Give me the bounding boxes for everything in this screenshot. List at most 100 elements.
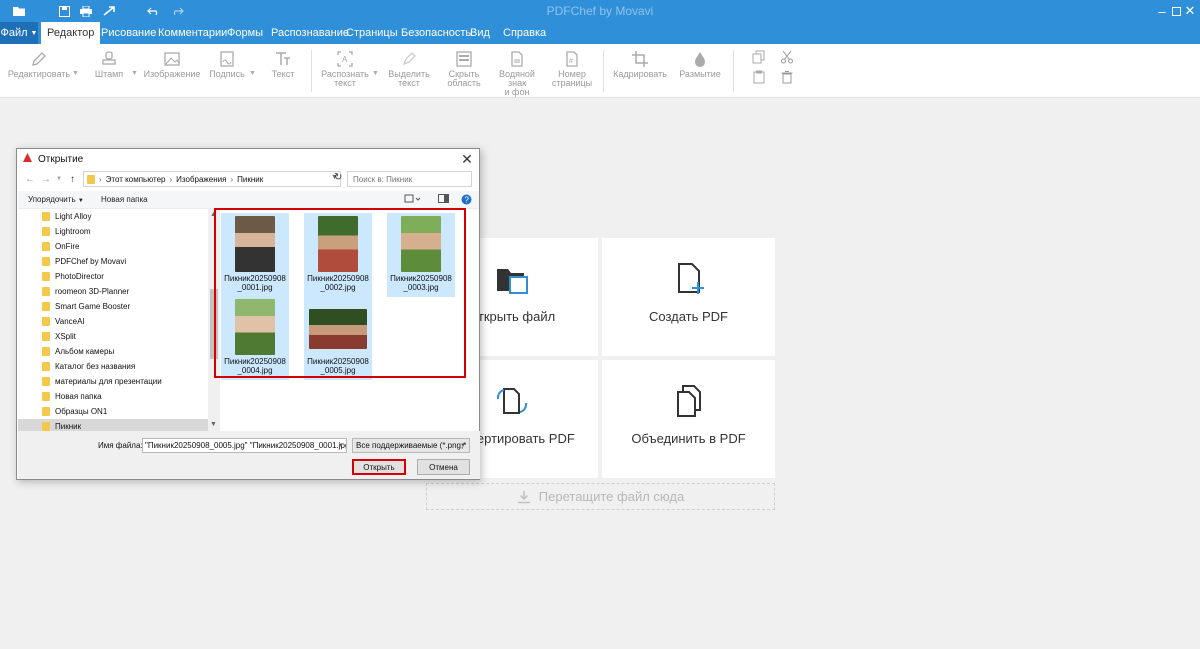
signature-icon [220,51,234,67]
stamp-tool[interactable]: Штамп [92,50,126,79]
folder-item[interactable]: Каталог без названия [18,359,208,374]
folder-item[interactable]: PDFChef by Movavi [18,254,208,269]
watermark-label-2: и фон [504,87,530,97]
copy-icon[interactable] [752,50,766,67]
folder-label: Light Alloy [55,212,92,221]
new-document-icon [677,263,704,294]
dialog-title: Открытие [38,153,84,165]
trash-icon[interactable] [780,70,794,87]
command-bar: Упорядочить ▼ Новая папка ? [18,191,479,209]
search-input[interactable]: Поиск в: Пикник [347,171,472,187]
filename-input[interactable]: "Пикник20250908_0005.jpg" "Пикник2025090… [142,438,347,453]
image-icon [164,52,180,66]
folder-item[interactable]: материалы для презентации [18,374,208,389]
preview-pane-icon[interactable] [438,194,449,206]
scissors-icon[interactable] [780,50,794,67]
help-icon[interactable]: ? [461,194,472,207]
folder-item[interactable]: roomeon 3D-Planner [18,284,208,299]
chevron-down-icon[interactable]: ▼ [338,443,344,449]
recognize-text-tool[interactable]: A Распознать текст [320,50,370,88]
scroll-down-icon[interactable]: ▼ [210,421,217,428]
drop-zone[interactable]: Перетащите файл сюда [426,483,775,510]
filetype-select[interactable]: Все поддерживаемые (*.png;* ▼ [352,438,470,453]
crop-tool[interactable]: Кадрировать [613,50,667,79]
tab-view[interactable]: Вид [470,22,490,44]
tab-editor[interactable]: Редактор [41,22,101,44]
back-icon[interactable]: ← [25,174,35,185]
open-file-label: Открыть файл [467,309,556,324]
folder-label: OnFire [55,242,80,251]
folder-item[interactable]: PhotoDirector [18,269,208,284]
tab-drawing[interactable]: Рисование [101,22,156,44]
cancel-button[interactable]: Отмена [417,459,470,475]
folder-item[interactable]: Альбом камеры [18,344,208,359]
paste-icon[interactable] [752,70,766,87]
toolbar-separator [603,50,604,92]
folder-label: материалы для презентации [55,377,162,386]
merge-pdf-tile[interactable]: Объединить в PDF [602,360,775,478]
app-title: PDFChef by Movavi [546,4,654,18]
forward-icon[interactable]: → [41,174,51,185]
folder-label: Образцы ON1 [55,407,108,416]
create-pdf-tile[interactable]: Создать PDF [602,238,775,356]
breadcrumb-images[interactable]: Изображения [176,175,226,184]
chevron-right-icon: › [169,174,173,184]
text-tool[interactable]: Текст [268,50,298,79]
folder-icon [42,377,50,386]
up-icon[interactable]: ↑ [70,174,75,185]
folder-icon [42,332,50,341]
stamp-label: Штамп [94,69,124,79]
tab-forms[interactable]: Формы [227,22,263,44]
chevron-down-icon[interactable]: ▼ [131,70,138,77]
page-number-tool[interactable]: # Номер страницы [551,50,593,88]
download-icon [517,490,530,503]
tab-recognition[interactable]: Распознавание [271,22,349,44]
open-button[interactable]: Открыть [352,459,406,475]
hide-area-tool[interactable]: Скрыть область [443,50,485,88]
watermark-tool[interactable]: Водяной знак и фон [490,50,544,97]
folder-item[interactable]: Light Alloy [18,209,208,224]
chevron-down-icon[interactable]: ▼ [56,176,62,182]
hide-area-label-2: область [447,78,481,88]
tab-security[interactable]: Безопасность [401,22,471,44]
breadcrumb-computer[interactable]: Этот компьютер [106,175,166,184]
dialog-footer: Имя файла: "Пикник20250908_0005.jpg" "Пи… [18,431,480,479]
folder-item[interactable]: OnFire [18,239,208,254]
folder-icon [42,257,50,266]
folder-item[interactable]: VanceAI [18,314,208,329]
create-pdf-label: Создать PDF [648,309,728,324]
organize-button[interactable]: Упорядочить ▼ [28,195,84,204]
page-number-icon: # [566,51,578,67]
edit-icon [32,52,46,66]
tab-comments[interactable]: Комментарии [158,22,227,44]
chevron-down-icon[interactable]: ▼ [372,70,379,77]
folder-item[interactable]: Lightroom [18,224,208,239]
chevron-down-icon[interactable]: ▼ [249,70,256,77]
highlight-text-tool[interactable]: Выделить текст [386,50,432,88]
breadcrumb-picnic[interactable]: Пикник [237,175,263,184]
tab-pages[interactable]: Страницы [346,22,398,44]
folder-item[interactable]: Smart Game Booster [18,299,208,314]
new-folder-button[interactable]: Новая папка [101,195,148,204]
folder-item-selected[interactable]: Пикник [18,419,208,431]
close-icon[interactable]: ✕ [1180,1,1200,21]
blur-tool[interactable]: Размытие [678,50,722,79]
image-tool[interactable]: Изображение [144,50,200,79]
refresh-icon[interactable]: ↻ [334,172,342,183]
folder-item[interactable]: Новая папка [18,389,208,404]
chevron-down-icon[interactable]: ▼ [72,70,79,77]
folder-icon [42,212,50,221]
text-label: Текст [271,69,295,79]
signature-tool[interactable]: Подпись [208,50,246,79]
droplet-icon [695,52,705,67]
edit-tool[interactable]: Редактировать [7,50,71,79]
tab-help[interactable]: Справка [503,22,546,44]
folder-item[interactable]: Образцы ON1 [18,404,208,419]
view-options-icon[interactable] [404,194,422,206]
close-icon[interactable]: ✕ [459,149,475,169]
folder-icon [42,347,50,356]
folder-item[interactable]: XSplit [18,329,208,344]
file-menu[interactable]: Файл ▼ [0,22,38,44]
edit-label: Редактировать [7,69,71,79]
address-bar[interactable]: › Этот компьютер › Изображения › Пикник … [83,171,341,187]
